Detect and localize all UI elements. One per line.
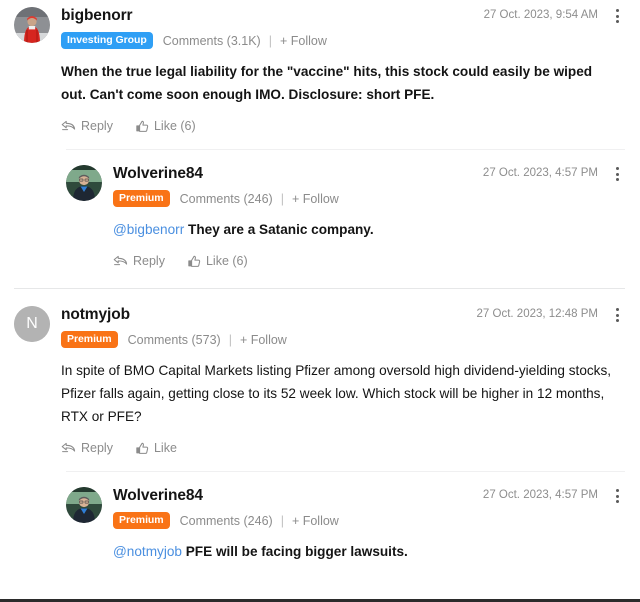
avatar-initial: N: [14, 306, 50, 342]
comment-author[interactable]: notmyjob: [61, 305, 130, 324]
comments-count[interactable]: Comments (246): [180, 192, 273, 206]
comment-body: @notmyjob PFE will be facing bigger laws…: [113, 540, 624, 563]
comment-author[interactable]: bigbenorr: [61, 6, 133, 25]
thumbs-up-icon: [188, 255, 201, 267]
comment-meta: 27 Oct. 2023, 12:48 PM: [477, 305, 624, 323]
like-button[interactable]: Like: [135, 441, 177, 456]
reply-button[interactable]: Reply: [113, 254, 165, 269]
mention-link[interactable]: @bigbenorr: [113, 222, 184, 237]
comment-body: When the true legal liability for the "v…: [61, 64, 593, 102]
reply-button[interactable]: Reply: [61, 441, 113, 456]
comment-timestamp: 27 Oct. 2023, 4:57 PM: [482, 167, 598, 179]
separator: |: [280, 513, 284, 528]
comment-actions: Reply Like: [61, 441, 624, 456]
comment-body-text: PFE will be facing bigger lawsuits.: [181, 544, 408, 559]
mention-link[interactable]: @notmyjob: [113, 544, 182, 559]
divider: [66, 149, 625, 150]
comment-timestamp: 27 Oct. 2023, 9:54 AM: [483, 9, 598, 21]
kebab-menu-icon[interactable]: [610, 166, 624, 182]
reply-label: Reply: [81, 119, 113, 133]
separator: |: [268, 33, 272, 48]
status-badge[interactable]: Premium: [113, 190, 170, 207]
status-badge[interactable]: Investing Group: [61, 32, 153, 49]
status-badge[interactable]: Premium: [61, 331, 118, 348]
separator: |: [228, 332, 232, 347]
reply-label: Reply: [133, 254, 165, 268]
like-label: Like (6): [153, 119, 196, 133]
like-button[interactable]: Like (6): [187, 254, 248, 269]
comment-header: Wolverine84 27 Oct. 2023, 4:57 PM Premiu…: [66, 486, 624, 563]
comment-main: Wolverine84 27 Oct. 2023, 4:57 PM Premiu…: [102, 164, 624, 269]
comment-thread: bigbenorr 27 Oct. 2023, 9:54 AM Investin…: [0, 0, 640, 569]
kebab-menu-icon[interactable]: [610, 8, 624, 24]
reply-button[interactable]: Reply: [61, 119, 113, 134]
badge-row: Investing Group Comments (3.1K) | + Foll…: [61, 32, 624, 49]
comment-notmyjob: N notmyjob 27 Oct. 2023, 12:48 PM Premiu…: [0, 299, 640, 462]
badge-row: Premium Comments (246) | + Follow: [113, 512, 624, 529]
comment-header: N notmyjob 27 Oct. 2023, 12:48 PM Premiu…: [14, 305, 624, 456]
badge-row: Premium Comments (573) | + Follow: [61, 331, 624, 348]
comment-main: bigbenorr 27 Oct. 2023, 9:54 AM Investin…: [50, 6, 624, 134]
thumbs-up-icon: [136, 442, 149, 454]
reply-icon: [113, 255, 128, 266]
avatar[interactable]: [66, 487, 102, 523]
comments-count[interactable]: Comments (3.1K): [163, 34, 261, 48]
thumbs-up-icon: [136, 120, 149, 132]
comment-author[interactable]: Wolverine84: [113, 164, 203, 183]
like-label: Like: [153, 441, 177, 455]
comment-main: Wolverine84 27 Oct. 2023, 4:57 PM Premiu…: [102, 486, 624, 563]
comment-actions: Reply Like (6): [113, 254, 624, 269]
comment-body: In spite of BMO Capital Markets listing …: [61, 363, 612, 424]
comment-wolverine84-reply-2: Wolverine84 27 Oct. 2023, 4:57 PM Premiu…: [0, 480, 640, 569]
comments-count[interactable]: Comments (246): [180, 514, 273, 528]
comments-count[interactable]: Comments (573): [128, 333, 221, 347]
follow-button[interactable]: + Follow: [292, 514, 339, 528]
status-badge[interactable]: Premium: [113, 512, 170, 529]
comment-bigbenorr: bigbenorr 27 Oct. 2023, 9:54 AM Investin…: [0, 0, 640, 140]
comment-meta: 27 Oct. 2023, 4:57 PM: [483, 486, 624, 504]
name-row: bigbenorr 27 Oct. 2023, 9:54 AM: [61, 6, 624, 25]
avatar[interactable]: [14, 7, 50, 43]
comment-author[interactable]: Wolverine84: [113, 486, 203, 505]
follow-button[interactable]: + Follow: [280, 34, 327, 48]
comment-main: notmyjob 27 Oct. 2023, 12:48 PM Premium …: [50, 305, 624, 456]
name-row: Wolverine84 27 Oct. 2023, 4:57 PM: [113, 486, 624, 505]
comment-timestamp: 27 Oct. 2023, 4:57 PM: [482, 489, 598, 501]
reply-icon: [61, 442, 76, 453]
like-label: Like (6): [205, 254, 248, 268]
comment-header: Wolverine84 27 Oct. 2023, 4:57 PM Premiu…: [66, 164, 624, 269]
comment-meta: 27 Oct. 2023, 4:57 PM: [483, 164, 624, 182]
kebab-menu-icon[interactable]: [610, 307, 624, 323]
name-row: notmyjob 27 Oct. 2023, 12:48 PM: [61, 305, 624, 324]
reply-label: Reply: [81, 441, 113, 455]
reply-icon: [61, 120, 76, 131]
comment-actions: Reply Like (6): [61, 119, 624, 134]
divider: [66, 471, 625, 472]
comment-body: @bigbenorr They are a Satanic company.: [113, 218, 624, 241]
separator: |: [280, 191, 284, 206]
kebab-menu-icon[interactable]: [610, 488, 624, 504]
avatar[interactable]: [66, 165, 102, 201]
comment-timestamp: 27 Oct. 2023, 12:48 PM: [476, 308, 598, 320]
like-button[interactable]: Like (6): [135, 119, 196, 134]
comment-body-text: They are a Satanic company.: [184, 222, 374, 237]
divider: [14, 288, 625, 289]
comment-meta: 27 Oct. 2023, 9:54 AM: [484, 6, 624, 24]
follow-button[interactable]: + Follow: [240, 333, 287, 347]
comment-wolverine84-reply-1: Wolverine84 27 Oct. 2023, 4:57 PM Premiu…: [0, 158, 640, 275]
name-row: Wolverine84 27 Oct. 2023, 4:57 PM: [113, 164, 624, 183]
comment-header: bigbenorr 27 Oct. 2023, 9:54 AM Investin…: [14, 6, 624, 134]
avatar[interactable]: N: [14, 306, 50, 342]
follow-button[interactable]: + Follow: [292, 192, 339, 206]
badge-row: Premium Comments (246) | + Follow: [113, 190, 624, 207]
